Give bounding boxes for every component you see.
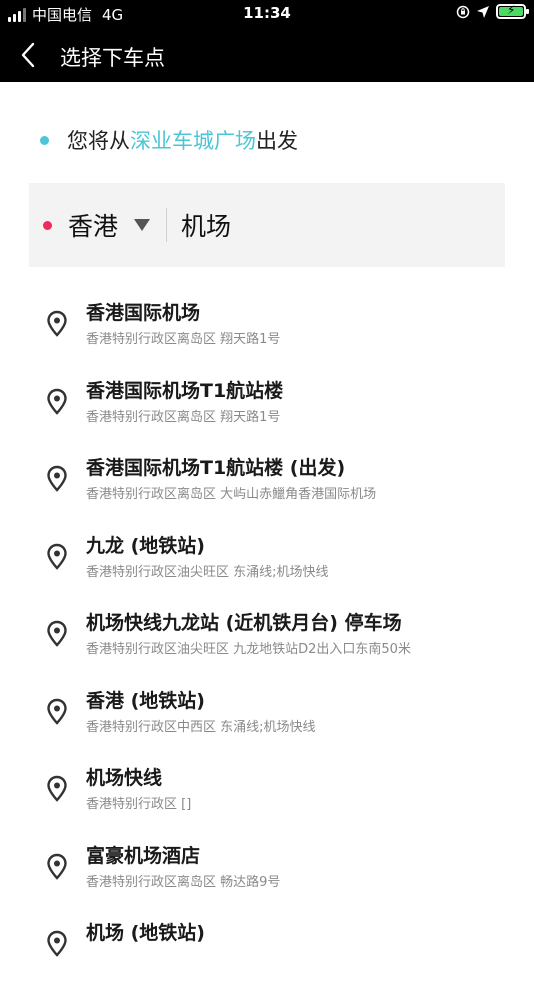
result-name: 九龙 (地铁站) [86,534,205,557]
search-divider [166,208,168,242]
result-address: 香港特别行政区油尖旺区 东涌线;机场快线 [86,564,329,580]
location-pin-icon [47,388,67,415]
location-pin-icon [47,930,67,957]
result-address: 香港特别行政区离岛区 翔天路1号 [86,332,281,347]
result-name: 机场快线九龙站 (近机铁月台) 停车场 [86,612,402,634]
result-address: 香港特别行政区油尖旺区 九龙地铁站D2出入口东南50米 [86,642,411,657]
city-selector[interactable]: 香港 [68,207,151,243]
origin-place-link[interactable]: 深业车城广场 [130,125,256,155]
origin-prefix: 您将从 [67,129,130,153]
list-item[interactable]: 富豪机场酒店 香港特别行政区离岛区 畅达路9号 [0,833,534,911]
list-item[interactable]: 机场 (地铁站) [0,910,534,988]
origin-info: 您将从 深业车城广场 出发 [40,124,298,156]
page-title: 选择下车点 [60,46,165,70]
location-pin-icon [47,775,67,802]
result-name: 香港国际机场 [86,302,201,324]
location-arrow-icon [477,5,489,18]
destination-dot-icon [43,220,52,230]
list-item[interactable]: 九龙 (地铁站) 香港特别行政区油尖旺区 东涌线;机场快线 [0,523,534,601]
result-name: 香港 (地铁站) [86,689,205,712]
result-address: 香港特别行政区离岛区 大屿山赤鱲角香港国际机场 [86,487,377,502]
result-name: 香港国际机场T1航站楼 (出发) [86,457,346,479]
result-address: 香港特别行政区离岛区 翔天路1号 [86,409,281,425]
origin-dot-icon [40,135,49,145]
nav-bar: 选择下车点 [0,28,534,82]
status-time: 11:34 [243,4,291,22]
list-item[interactable]: 机场快线九龙站 (近机铁月台) 停车场 香港特别行政区油尖旺区 九龙地铁站D2出… [0,600,534,678]
status-bar: 中国电信 4G 11:34 ⚡ [0,0,534,28]
location-pin-icon [47,543,67,570]
result-list: 香港国际机场 香港特别行政区离岛区 翔天路1号 香港国际机场T1航站楼 香港特别… [0,290,534,988]
result-name: 机场快线 [86,767,163,789]
list-item[interactable]: 香港国际机场T1航站楼 香港特别行政区离岛区 翔天路1号 [0,368,534,446]
dropdown-triangle-icon [134,219,151,231]
rotation-lock-icon [456,5,470,18]
location-pin-icon [47,465,67,492]
origin-suffix: 出发 [256,129,298,153]
location-pin-icon [47,310,67,337]
list-item[interactable]: 香港国际机场 香港特别行政区离岛区 翔天路1号 [0,290,534,368]
location-pin-icon [47,698,67,725]
result-address: 香港特别行政区离岛区 畅达路9号 [86,874,281,890]
back-button[interactable] [14,40,44,70]
list-item[interactable]: 香港国际机场T1航站楼 (出发) 香港特别行政区离岛区 大屿山赤鱲角香港国际机场 [0,445,534,523]
list-item[interactable]: 机场快线 香港特别行政区 [] [0,755,534,833]
status-right: ⚡ [456,3,529,19]
chevron-left-icon [21,42,35,68]
battery-icon: ⚡ [496,3,529,19]
result-name: 机场 (地铁站) [86,922,205,944]
city-label: 香港 [68,212,119,241]
result-name: 富豪机场酒店 [86,844,201,867]
result-address: 香港特别行政区中西区 东涌线;机场快线 [86,719,316,735]
result-name: 香港国际机场T1航站楼 [86,379,284,402]
location-pin-icon [47,853,67,880]
search-input[interactable] [181,210,462,240]
list-item[interactable]: 香港 (地铁站) 香港特别行政区中西区 东涌线;机场快线 [0,678,534,756]
result-address: 香港特别行政区 [] [86,797,192,812]
location-pin-icon [47,620,67,647]
destination-search-box: 香港 [29,183,505,267]
